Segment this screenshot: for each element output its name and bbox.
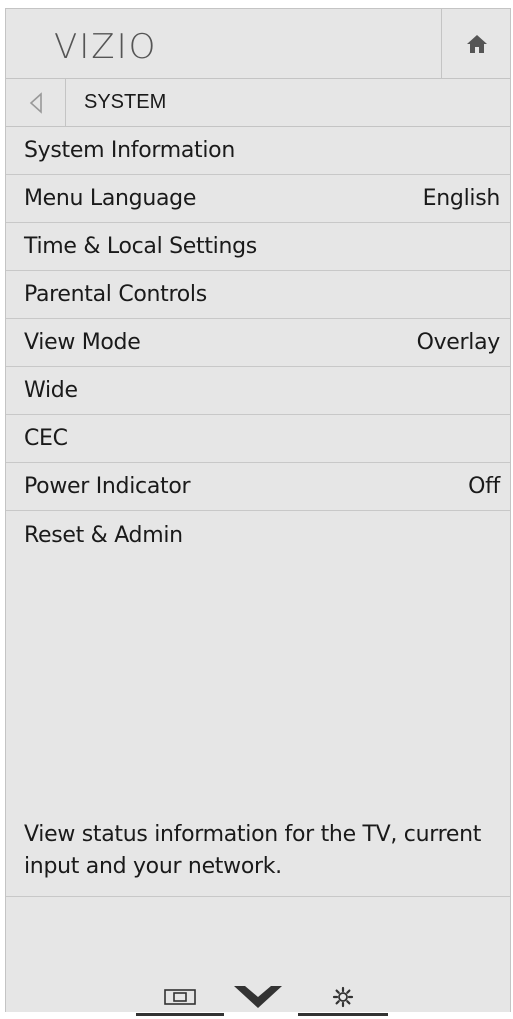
menu-item-label: Menu Language [24,186,197,211]
home-icon [467,34,487,53]
menu-item-time-local-settings[interactable]: Time & Local Settings [6,223,510,271]
menu-item-value: Overlay [416,330,501,355]
picture-size-button[interactable] [136,979,224,1015]
back-button[interactable] [6,79,66,126]
menu-item-cec[interactable]: CEC [6,415,510,463]
footer-underline-right [298,1013,388,1016]
menu-item-menu-language[interactable]: Menu Language English [6,175,510,223]
home-button[interactable] [442,9,512,78]
breadcrumb: SYSTEM [6,79,510,127]
menu-item-label: Parental Controls [24,282,207,307]
menu-item-reset-admin[interactable]: Reset & Admin [6,511,510,559]
vizio-v-button[interactable] [228,979,288,1015]
menu-item-system-information[interactable]: System Information [6,127,510,175]
menu-item-label: Time & Local Settings [24,234,257,259]
menu-item-power-indicator[interactable]: Power Indicator Off [6,463,510,511]
menu-item-view-mode[interactable]: View Mode Overlay [6,319,510,367]
vizio-v-icon [234,986,282,1008]
help-description: View status information for the TV, curr… [24,822,482,879]
back-arrow-icon [29,91,42,114]
menu-item-parental-controls[interactable]: Parental Controls [6,271,510,319]
menu-item-value: Off [468,474,500,499]
picture-in-picture-icon [164,989,196,1005]
menu-item-label: System Information [24,138,235,163]
menu-list: System Information Menu Language English… [6,127,510,559]
menu-item-label: Power Indicator [24,474,191,499]
menu-item-wide[interactable]: Wide [6,367,510,415]
breadcrumb-label: SYSTEM [84,91,167,113]
menu-item-label: CEC [24,426,68,451]
menu-item-label: Reset & Admin [24,522,183,548]
settings-button[interactable] [298,979,388,1015]
footer-underline-left [136,1013,224,1016]
vizio-logo: VIZIO [54,27,158,67]
description-divider [6,896,510,897]
menu-item-value: English [422,186,501,211]
menu-item-label: View Mode [24,330,141,355]
menu-header: VIZIO [6,9,510,79]
gear-icon [332,986,354,1008]
settings-menu-panel: VIZIO SYSTEM System Information Menu Lan… [5,8,511,1016]
footer-toolbar [6,979,510,1019]
menu-item-label: Wide [24,378,78,403]
